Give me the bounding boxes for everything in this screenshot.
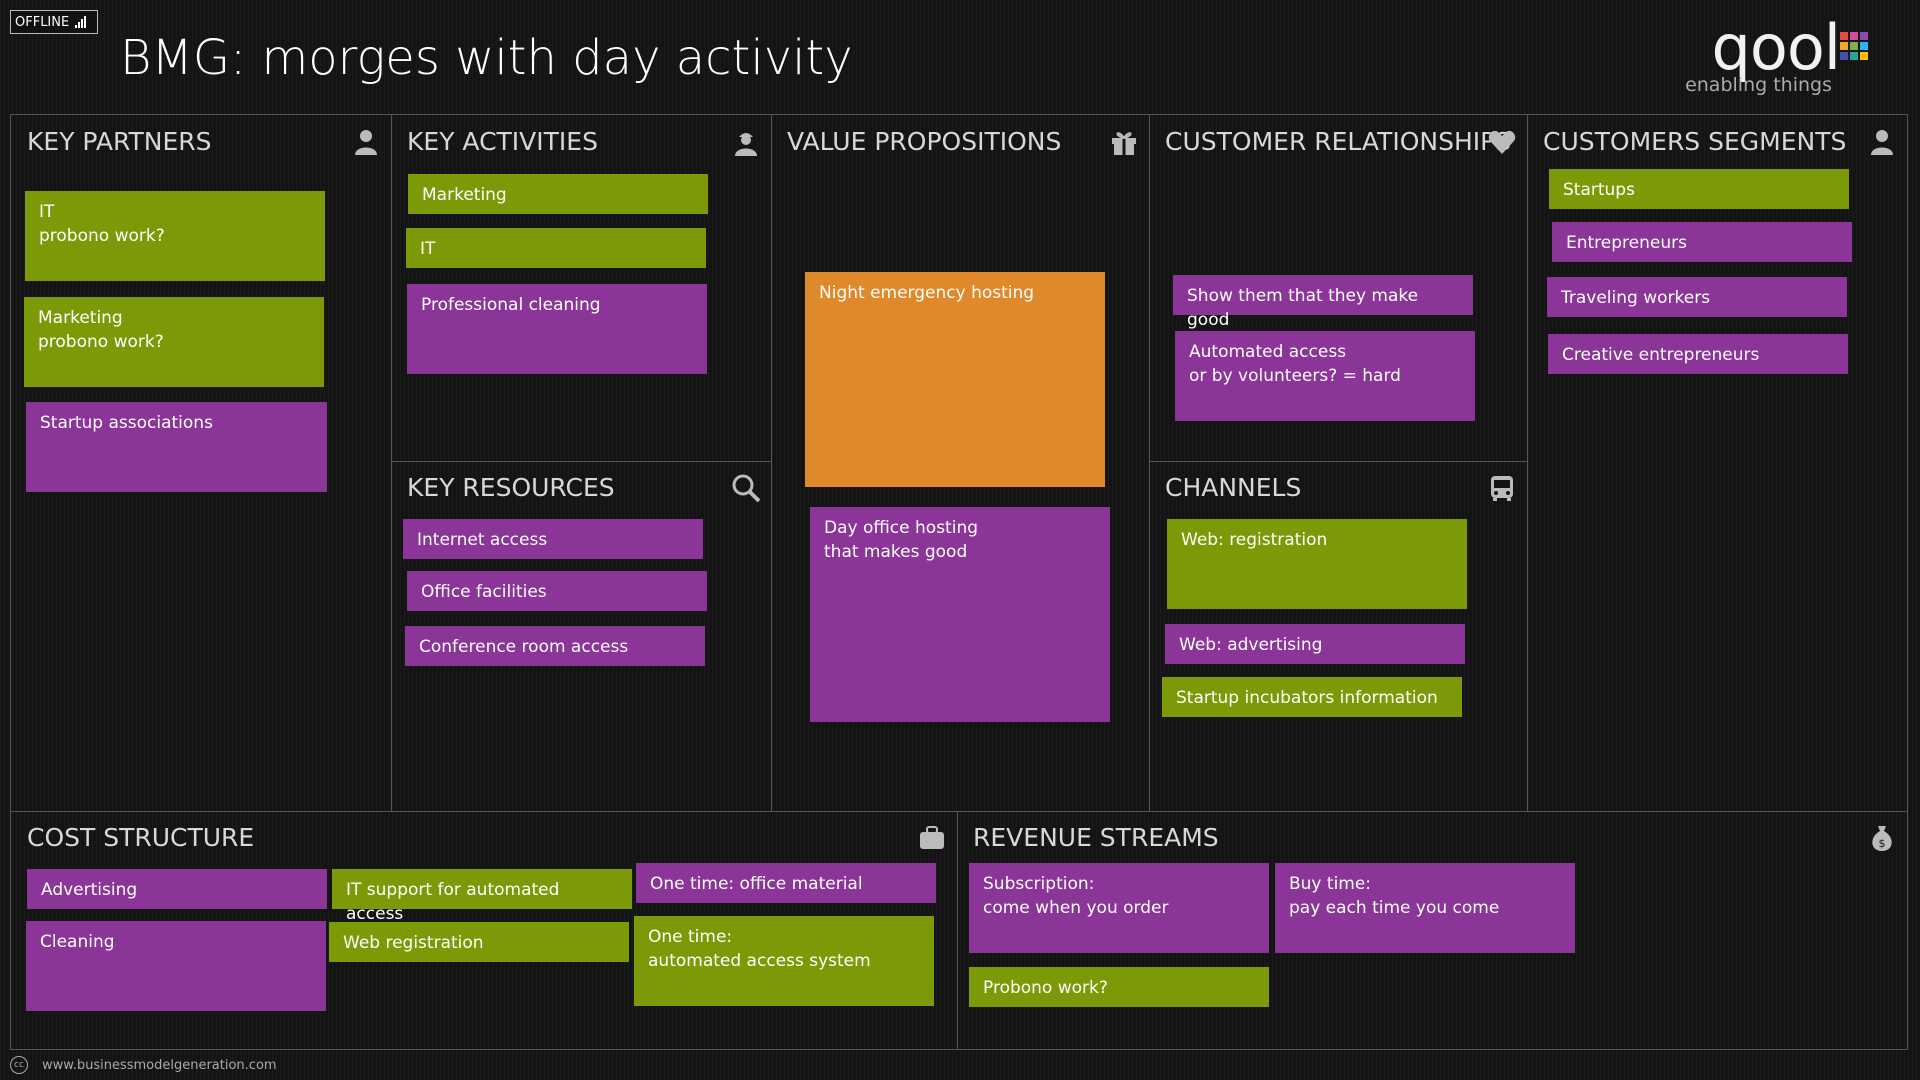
offline-label: OFFLINE	[15, 14, 70, 30]
signal-icon	[75, 16, 87, 28]
logo-square	[1840, 52, 1848, 60]
bus-icon	[1491, 476, 1513, 501]
panel-customer-segments: CUSTOMERS SEGMENTS Startups Entrepreneur…	[1527, 115, 1907, 811]
sticky-note[interactable]: Web: registration	[1167, 519, 1467, 609]
sticky-note[interactable]: Startup associations	[26, 402, 327, 492]
sticky-note[interactable]: One time: automated access system	[634, 916, 934, 1006]
sticky-note[interactable]: IT support for automated access	[332, 869, 632, 924]
sticky-note[interactable]: Professional cleaning	[407, 284, 707, 374]
sticky-note[interactable]: Office facilities	[407, 571, 707, 611]
panel-title: KEY RESOURCES	[407, 473, 615, 502]
logo-square	[1860, 42, 1868, 50]
panel-customer-relationships: CUSTOMER RELATIONSHIPS Show them that th…	[1149, 115, 1527, 461]
briefcase-icon	[920, 826, 944, 849]
heart-icon	[1488, 130, 1516, 154]
sticky-note[interactable]: Marketing probono work?	[24, 297, 324, 387]
sticky-note[interactable]: Creative entrepreneurs	[1548, 334, 1848, 374]
panel-title: CUSTOMER RELATIONSHIPS	[1165, 127, 1512, 156]
sticky-note[interactable]: Entrepreneurs	[1552, 222, 1852, 262]
sticky-note[interactable]: Internet access	[403, 519, 703, 559]
worker-icon	[735, 133, 757, 156]
sticky-note[interactable]: Startup incubators information	[1162, 677, 1462, 717]
sticky-note[interactable]: IT	[406, 228, 706, 268]
sticky-note[interactable]: Web: advertising	[1165, 624, 1465, 664]
sticky-note[interactable]: Show them that they make good	[1173, 275, 1473, 330]
business-model-canvas: KEY PARTNERS IT probono work? Marketing …	[10, 114, 1908, 1050]
sticky-note[interactable]: Cleaning	[26, 921, 326, 1011]
sticky-note[interactable]: Subscription: come when you order	[969, 863, 1269, 953]
panel-title: REVENUE STREAMS	[973, 823, 1219, 852]
panel-revenue-streams: REVENUE STREAMS $ Subscription: come whe…	[957, 811, 1907, 1049]
logo-tagline: enabling things	[1685, 74, 1832, 96]
magnifier-icon	[732, 474, 761, 503]
gift-icon	[1112, 132, 1136, 155]
panel-channels: CHANNELS Web: registration Web: advertis…	[1149, 461, 1527, 811]
panel-cost-structure: COST STRUCTURE Advertising Cleaning IT s…	[11, 811, 957, 1049]
panel-title: KEY PARTNERS	[27, 127, 212, 156]
panel-key-activities: KEY ACTIVITIES Marketing IT Professional…	[391, 115, 771, 461]
logo-square	[1860, 52, 1868, 60]
logo-square	[1850, 42, 1858, 50]
panel-title: COST STRUCTURE	[27, 823, 255, 852]
sticky-note[interactable]: Conference room access	[405, 626, 705, 666]
sticky-note[interactable]: Marketing	[408, 174, 708, 214]
qool-logo: qool enabling things	[1668, 12, 1868, 102]
panel-title: CUSTOMERS SEGMENTS	[1543, 127, 1847, 156]
person-icon	[1871, 130, 1893, 155]
offline-indicator: OFFLINE	[10, 10, 98, 34]
sticky-note[interactable]: One time: office material	[636, 863, 936, 903]
sticky-note[interactable]: Day office hosting that makes good	[810, 507, 1110, 722]
sticky-note[interactable]: Buy time: pay each time you come	[1275, 863, 1575, 953]
panel-key-resources: KEY RESOURCES Internet access Office fac…	[391, 461, 771, 811]
sticky-note[interactable]: Startups	[1549, 169, 1849, 209]
sticky-note[interactable]: IT probono work?	[25, 191, 325, 281]
sticky-note[interactable]: Automated access or by volunteers? = har…	[1175, 331, 1475, 421]
panel-title: CHANNELS	[1165, 473, 1302, 502]
footer: cc www.businessmodelgeneration.com	[10, 1056, 277, 1074]
panel-value-propositions: VALUE PROPOSITIONS Night emergency hosti…	[771, 115, 1149, 811]
money-bag-icon: $	[1872, 826, 1892, 851]
sticky-note[interactable]: Night emergency hosting	[805, 272, 1105, 487]
page-title: BMG: morges with day activity	[120, 30, 853, 86]
panel-title: KEY ACTIVITIES	[407, 127, 598, 156]
panel-title: VALUE PROPOSITIONS	[787, 127, 1062, 156]
person-icon	[355, 130, 377, 155]
sticky-note[interactable]: Traveling workers	[1547, 277, 1847, 317]
sticky-note[interactable]: Web registration	[329, 922, 629, 962]
logo-square	[1850, 52, 1858, 60]
sticky-note[interactable]: Advertising	[27, 869, 327, 909]
logo-square	[1840, 32, 1848, 40]
logo-square	[1840, 42, 1848, 50]
panel-key-partners: KEY PARTNERS IT probono work? Marketing …	[11, 115, 391, 811]
creative-commons-icon: cc	[10, 1056, 28, 1074]
logo-square	[1860, 32, 1868, 40]
logo-square	[1850, 32, 1858, 40]
sticky-note[interactable]: Probono work?	[969, 967, 1269, 1007]
svg-text:$: $	[1879, 837, 1886, 850]
logo-color-grid	[1840, 32, 1868, 60]
footer-link[interactable]: www.businessmodelgeneration.com	[42, 1058, 277, 1073]
